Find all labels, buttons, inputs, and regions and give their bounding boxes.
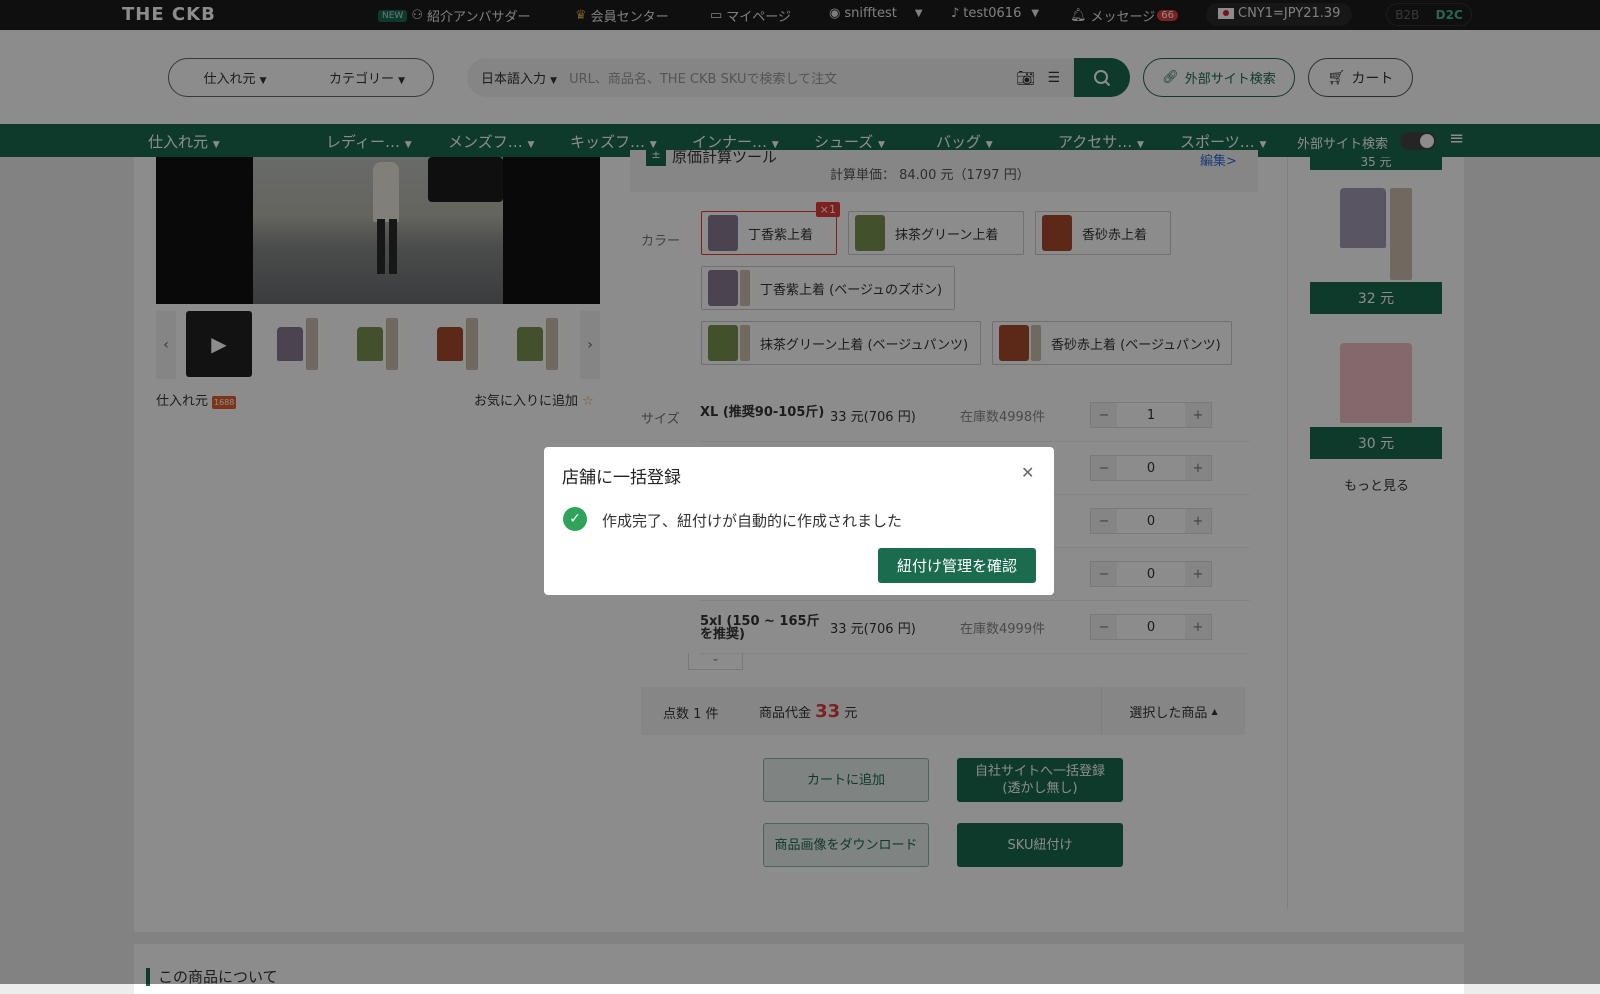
check-link-management-button[interactable]: 紐付け管理を確認 bbox=[878, 548, 1036, 583]
close-icon[interactable]: ✕ bbox=[1021, 463, 1034, 482]
bulk-register-dialog: 店舗に一括登録 ✕ ✓ 作成完了、紐付けが自動的に作成されました 紐付け管理を確… bbox=[544, 447, 1054, 595]
success-check-icon: ✓ bbox=[563, 507, 587, 531]
dialog-message: 作成完了、紐付けが自動的に作成されました bbox=[602, 512, 903, 530]
dialog-title: 店舗に一括登録 bbox=[562, 468, 681, 488]
